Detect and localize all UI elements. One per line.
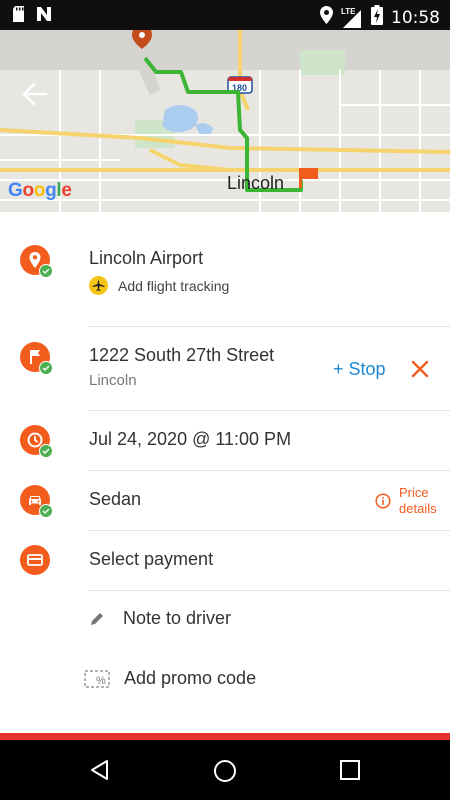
back-button[interactable]	[22, 82, 54, 110]
divider	[89, 410, 450, 411]
add-promo-code-button[interactable]: % Add promo code	[84, 668, 256, 689]
svg-text:%: %	[96, 675, 106, 687]
note-to-driver-button[interactable]: Note to driver	[89, 608, 231, 629]
note-to-driver-label: Note to driver	[123, 608, 232, 628]
info-icon	[375, 493, 391, 509]
location-icon	[320, 6, 333, 29]
clock: 10:58	[391, 7, 440, 28]
add-stop-button[interactable]: + Stop	[333, 359, 386, 380]
bottom-accent-bar	[0, 733, 450, 740]
divider	[89, 326, 450, 327]
add-promo-code-label: Add promo code	[124, 668, 257, 688]
flag-icon	[20, 342, 53, 375]
vehicle-type: Sedan	[89, 489, 142, 509]
close-icon	[411, 360, 429, 378]
pencil-icon	[91, 612, 103, 625]
check-icon	[39, 361, 53, 375]
price-details-button[interactable]: Price details	[375, 485, 437, 517]
arrow-left-icon	[22, 82, 48, 106]
sd-card-icon	[12, 6, 26, 27]
car-icon	[20, 485, 53, 518]
destination-street: 1222 South 27th Street	[89, 345, 275, 365]
square-recents-icon	[340, 760, 360, 780]
nav-recents-button[interactable]	[338, 758, 364, 784]
ticket-icon: %	[84, 669, 110, 688]
credit-card-icon	[20, 545, 50, 575]
status-bar: LTE 10:58	[0, 0, 450, 30]
check-icon	[39, 264, 53, 278]
add-flight-tracking-button[interactable]: Add flight tracking	[89, 276, 229, 295]
nav-back-button[interactable]	[88, 758, 114, 784]
select-payment: Select payment	[89, 549, 214, 569]
divider	[89, 470, 450, 471]
clock-icon	[20, 425, 53, 458]
map-city-label: Lincoln	[227, 173, 285, 193]
pickup-location: Lincoln Airport	[89, 248, 204, 268]
airplane-icon	[89, 276, 108, 295]
app-notification-icon	[36, 6, 52, 27]
pickup-pin-icon	[20, 245, 53, 278]
signal-icon: LTE	[341, 7, 363, 28]
google-logo[interactable]: Google	[8, 180, 72, 202]
price-label-line1: Price	[399, 485, 429, 500]
add-flight-tracking-label: Add flight tracking	[118, 277, 230, 294]
battery-icon	[371, 5, 383, 30]
remove-destination-button[interactable]	[410, 359, 430, 379]
destination-city: Lincoln	[89, 372, 137, 389]
check-icon	[39, 504, 53, 518]
nav-home-button[interactable]	[212, 758, 238, 784]
system-nav-bar	[0, 740, 450, 800]
divider	[89, 530, 450, 531]
divider	[89, 590, 450, 591]
price-label-line2: details	[399, 501, 437, 516]
triangle-back-icon	[91, 760, 108, 780]
check-icon	[39, 444, 53, 458]
circle-home-icon	[214, 760, 236, 782]
pickup-datetime: Jul 24, 2020 @ 11:00 PM	[89, 429, 292, 449]
